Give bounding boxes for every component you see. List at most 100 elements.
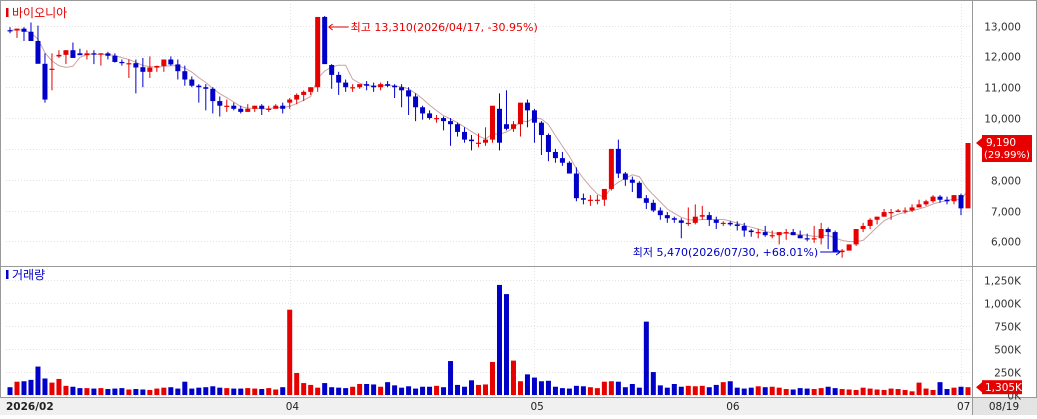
volume-bar[interactable] xyxy=(287,309,293,395)
volume-bar[interactable] xyxy=(811,389,817,395)
volume-bar[interactable] xyxy=(566,388,572,395)
candle[interactable] xyxy=(566,161,572,174)
volume-bar[interactable] xyxy=(531,377,537,395)
volume-bar[interactable] xyxy=(455,384,461,395)
candle[interactable] xyxy=(853,229,859,246)
volume-bar[interactable] xyxy=(713,384,719,395)
volume-bar[interactable] xyxy=(755,386,761,395)
volume-bar[interactable] xyxy=(769,386,775,395)
volume-bar[interactable] xyxy=(559,388,565,395)
volume-bar[interactable] xyxy=(182,381,188,395)
volume-bar[interactable] xyxy=(727,381,733,395)
volume-bar[interactable] xyxy=(510,360,516,395)
volume-bar[interactable] xyxy=(7,387,13,395)
volume-bar[interactable] xyxy=(476,384,482,395)
candle[interactable] xyxy=(489,105,495,143)
volume-bar[interactable] xyxy=(77,388,83,395)
volume-bar[interactable] xyxy=(133,389,139,395)
volume-bar[interactable] xyxy=(496,284,502,395)
volume-bar[interactable] xyxy=(406,386,412,395)
volume-bar[interactable] xyxy=(629,383,635,395)
volume-bar[interactable] xyxy=(203,387,209,395)
volume-bar[interactable] xyxy=(524,374,530,395)
volume-bar[interactable] xyxy=(552,386,558,395)
volume-bar[interactable] xyxy=(161,387,167,395)
volume-bar[interactable] xyxy=(434,385,440,395)
volume-bar[interactable] xyxy=(266,388,272,395)
volume-bar[interactable] xyxy=(238,388,244,395)
volume-bar[interactable] xyxy=(483,384,489,395)
volume-bar[interactable] xyxy=(357,383,363,395)
volume-bar[interactable] xyxy=(14,381,20,395)
volume-bar[interactable] xyxy=(923,388,929,395)
volume-bar[interactable] xyxy=(49,382,55,395)
volume-bar[interactable] xyxy=(189,388,195,395)
volume-bar[interactable] xyxy=(706,387,712,395)
volume-bar[interactable] xyxy=(322,383,328,395)
volume-bar[interactable] xyxy=(888,388,894,395)
volume-bar[interactable] xyxy=(448,361,454,395)
volume-bar[interactable] xyxy=(427,386,433,395)
volume-bar[interactable] xyxy=(741,388,747,395)
volume-bar[interactable] xyxy=(42,378,48,395)
volume-bar[interactable] xyxy=(909,391,915,395)
volume-bar[interactable] xyxy=(944,389,950,395)
volume-bar[interactable] xyxy=(664,387,670,395)
volume-bar[interactable] xyxy=(280,387,286,395)
volume-bar[interactable] xyxy=(720,382,726,395)
volume-bar[interactable] xyxy=(385,382,391,395)
volume-bar[interactable] xyxy=(489,361,495,395)
volume-bar[interactable] xyxy=(196,387,202,395)
volume-bar[interactable] xyxy=(231,388,237,395)
volume-bar[interactable] xyxy=(301,383,307,395)
volume-bar[interactable] xyxy=(217,387,223,395)
volume-bar[interactable] xyxy=(867,388,873,395)
volume-bar[interactable] xyxy=(839,389,845,395)
volume-bar[interactable] xyxy=(797,388,803,395)
volume-bar[interactable] xyxy=(846,389,852,395)
volume-bar[interactable] xyxy=(762,387,768,395)
volume-bar[interactable] xyxy=(965,387,971,395)
volume-bar[interactable] xyxy=(168,387,174,395)
volume-bar[interactable] xyxy=(748,387,754,395)
volume-bar[interactable] xyxy=(462,386,468,395)
volume-bar[interactable] xyxy=(825,386,831,395)
volume-bar[interactable] xyxy=(392,385,398,395)
volume-bar[interactable] xyxy=(832,388,838,395)
volume-bar[interactable] xyxy=(91,388,97,395)
candle[interactable] xyxy=(832,230,838,253)
volume-bar[interactable] xyxy=(930,389,936,395)
volume-bar[interactable] xyxy=(154,388,160,395)
volume-bar[interactable] xyxy=(119,388,125,395)
volume-bar[interactable] xyxy=(804,388,810,395)
volume-bar[interactable] xyxy=(147,389,153,395)
volume-bar[interactable] xyxy=(224,388,230,395)
volume-bar[interactable] xyxy=(35,366,41,395)
volume-bar[interactable] xyxy=(678,386,684,395)
volume-bar[interactable] xyxy=(853,389,859,395)
volume-bar[interactable] xyxy=(420,386,426,395)
volume-bar[interactable] xyxy=(671,383,677,395)
volume-bar[interactable] xyxy=(776,387,782,395)
volume-bar[interactable] xyxy=(140,389,146,395)
volume-bar[interactable] xyxy=(615,381,621,395)
volume-bar[interactable] xyxy=(469,380,475,395)
volume-bar[interactable] xyxy=(210,386,216,395)
volume-bar[interactable] xyxy=(937,382,943,395)
volume-bar[interactable] xyxy=(874,389,880,395)
volume-bar[interactable] xyxy=(378,386,384,395)
volume-bar[interactable] xyxy=(951,387,957,395)
volume-bar[interactable] xyxy=(336,387,342,395)
volume-bar[interactable] xyxy=(783,389,789,395)
candle[interactable] xyxy=(965,143,971,209)
volume-bar[interactable] xyxy=(343,388,349,395)
volume-bar[interactable] xyxy=(245,388,251,395)
volume-bar[interactable] xyxy=(364,383,370,395)
volume-bar[interactable] xyxy=(636,387,642,395)
candle[interactable] xyxy=(315,16,321,92)
candlestick-chart[interactable]: 13,00012,00011,00010,0009,0008,0007,0006… xyxy=(0,0,1037,415)
volume-bar[interactable] xyxy=(126,389,132,395)
volume-bar[interactable] xyxy=(503,294,509,395)
volume-bar[interactable] xyxy=(538,381,544,395)
volume-bar[interactable] xyxy=(84,388,90,395)
